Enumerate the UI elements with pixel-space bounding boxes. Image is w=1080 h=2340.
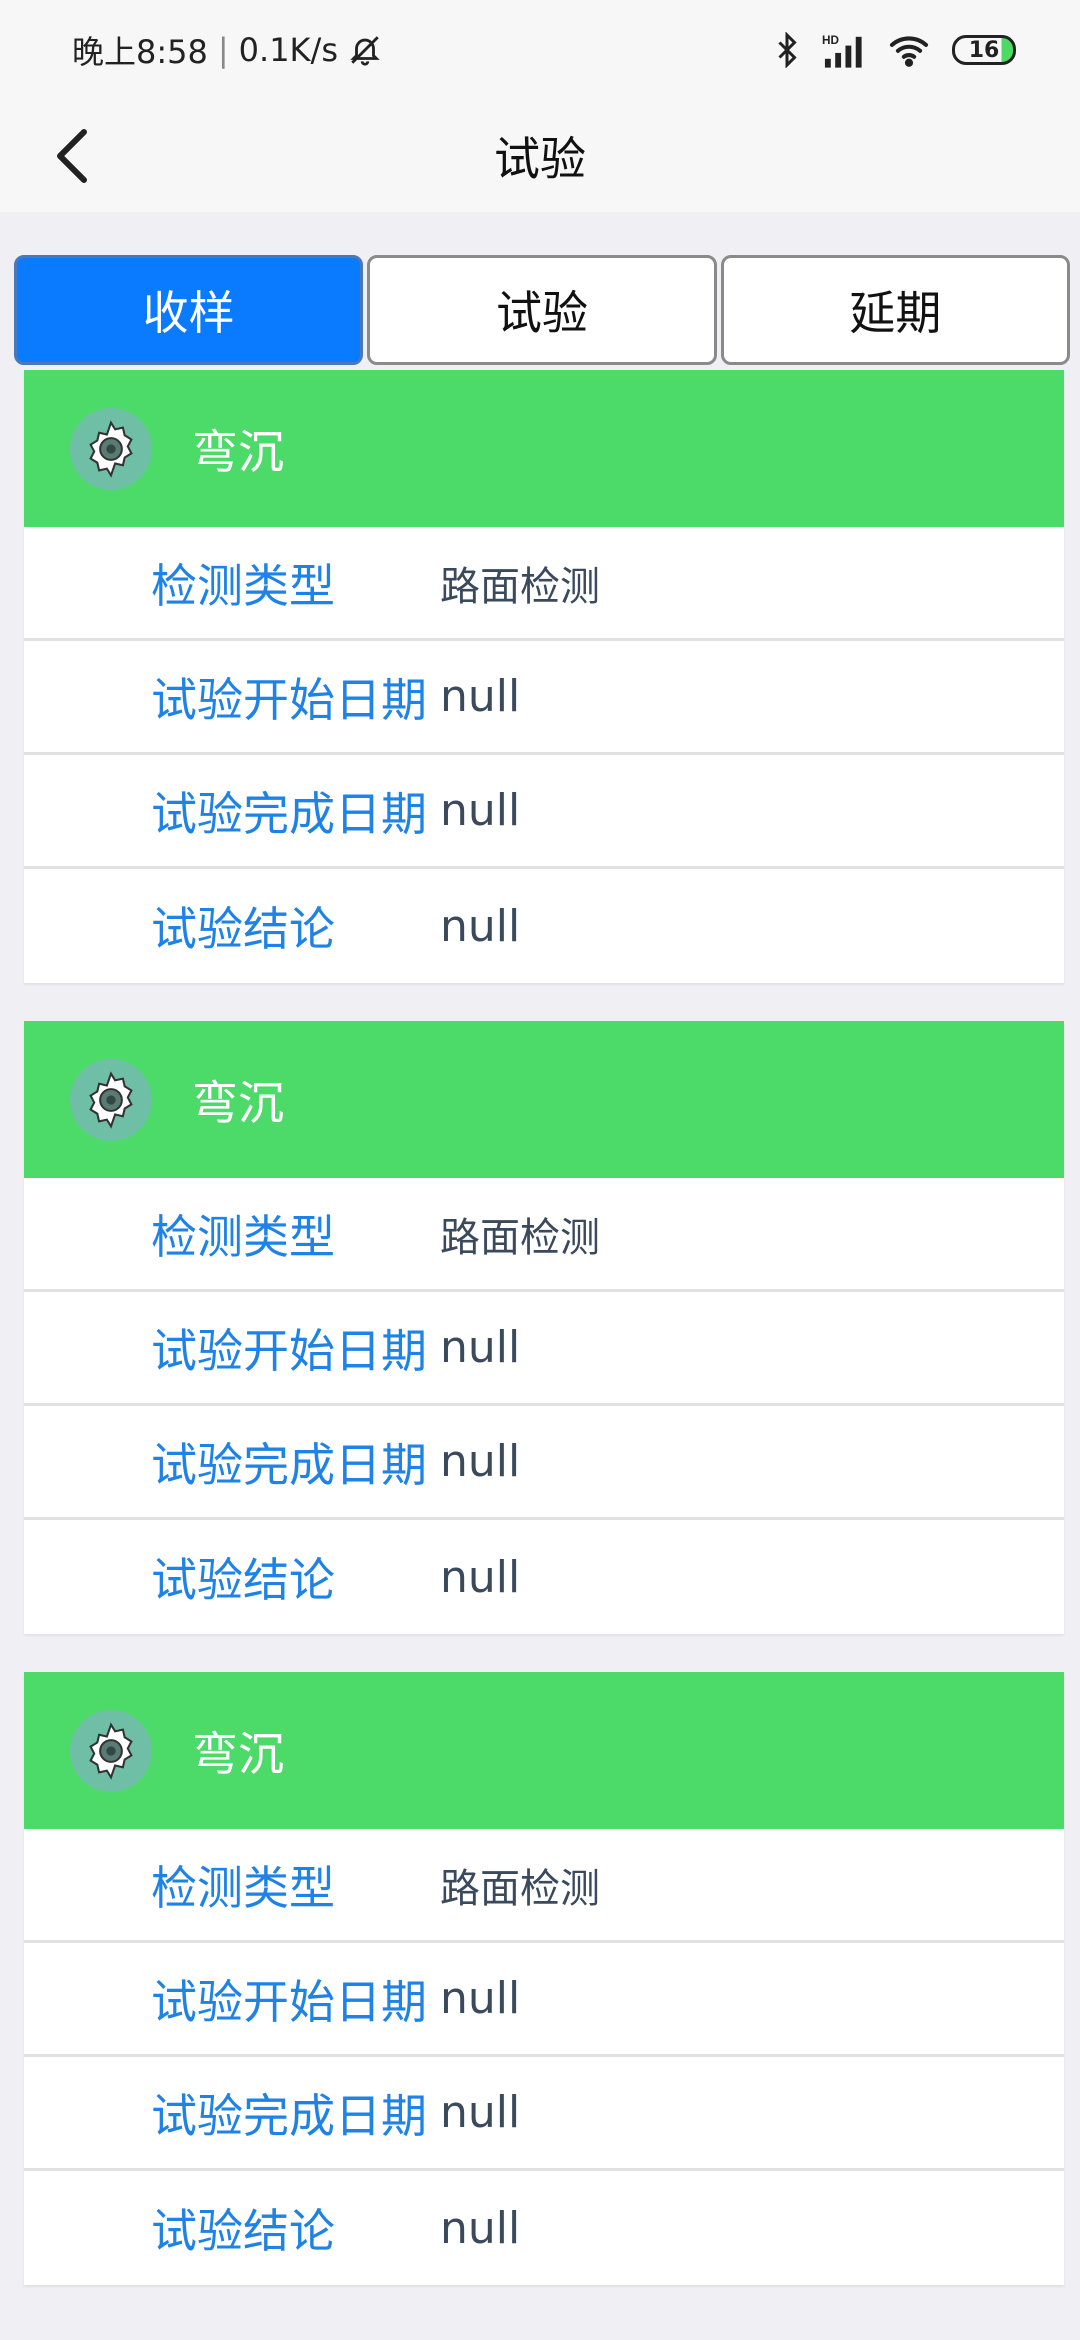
row-value: null (440, 785, 521, 836)
status-bar: 晚上8:58 | 0.1K/s HD 16 (0, 0, 1080, 100)
segmented-tabs: 收样 试验 延期 (14, 255, 1070, 365)
row-label: 试验结论 (151, 902, 335, 956)
detail-row: 试验结论 null (24, 2171, 1064, 2285)
status-time: 晚上8:58 (72, 33, 208, 71)
detail-row: 试验完成日期 null (24, 1406, 1064, 1520)
gear-icon (89, 1070, 133, 1129)
row-value: null (440, 1436, 521, 1487)
detail-row: 试验完成日期 null (24, 755, 1064, 869)
row-label: 检测类型 (151, 1209, 335, 1264)
row-label: 试验开始日期 (151, 1974, 427, 2029)
row-label: 试验完成日期 (151, 2088, 427, 2143)
tab-postpone[interactable]: 延期 (720, 255, 1070, 365)
detail-row: 试验结论 null (24, 1520, 1064, 1634)
test-record-card[interactable]: 弯沉检测类型 路面检测试验开始日期 null 试验完成日期 null 试验结论 null (24, 1672, 1064, 2285)
tab-receive-sample[interactable]: 收样 (14, 255, 364, 365)
tab-test[interactable]: 试验 (367, 255, 717, 365)
status-bar-right: HD 16 (774, 32, 1016, 68)
gear-icon-badge (70, 1058, 152, 1141)
row-label: 试验完成日期 (151, 786, 427, 841)
row-value: null (440, 900, 521, 952)
mute-bell-icon (348, 33, 382, 67)
nav-bar: 试验 (0, 100, 1080, 212)
chevron-left-icon (57, 129, 87, 183)
row-label: 试验开始日期 (151, 672, 427, 727)
status-bar-left: 晚上8:58 | 0.1K/s (72, 27, 382, 73)
test-record-card[interactable]: 弯沉检测类型 路面检测试验开始日期 null 试验完成日期 null 试验结论 null (24, 1021, 1064, 1634)
row-value: null (440, 1551, 521, 1603)
test-record-list: 弯沉 检测类型 路面检测 试验开始日期 null 试验完成日期 null 试验结论 null 弯沉… (24, 370, 1064, 2323)
svg-text:HD: HD (822, 34, 839, 47)
detail-row: 试验完成日期 null (24, 2057, 1064, 2171)
gear-icon-badge (70, 407, 152, 490)
gear-icon (89, 1721, 133, 1780)
row-value: null (440, 671, 521, 722)
row-label: 检测类型 (151, 558, 335, 613)
wifi-icon (888, 33, 930, 67)
bluetooth-icon (774, 32, 800, 68)
row-value: 路面检测 (440, 1865, 600, 1912)
test-record-card[interactable]: 弯沉检测类型 路面检测试验开始日期 null 试验完成日期 null 试验结论 null (24, 370, 1064, 983)
card-title: 弯沉 (192, 1075, 284, 1130)
row-label: 试验开始日期 (151, 1323, 427, 1378)
network-speed: 0.1K/s (238, 31, 338, 69)
detail-row: 试验开始日期 null (24, 1292, 1064, 1406)
card-header: 弯沉 (24, 1021, 1064, 1178)
card-title: 弯沉 (192, 1726, 284, 1781)
battery-icon: 16 (952, 35, 1016, 65)
card-header: 弯沉 (24, 370, 1064, 527)
row-value: null (440, 2202, 521, 2254)
row-value: null (440, 1973, 521, 2024)
detail-row: 试验开始日期 null (24, 1943, 1064, 2057)
detail-row: 检测类型 路面检测 (24, 527, 1064, 641)
row-value: 路面检测 (440, 563, 600, 610)
hd-signal-icon: HD (822, 32, 866, 68)
status-separator: | (217, 31, 229, 69)
row-value: null (440, 1322, 521, 1373)
detail-row: 检测类型 路面检测 (24, 1178, 1064, 1292)
detail-row: 试验开始日期 null (24, 641, 1064, 755)
row-label: 试验完成日期 (151, 1437, 427, 1492)
row-label: 试验结论 (151, 2204, 335, 2258)
battery-level: 16 (968, 37, 1000, 63)
back-button[interactable] (42, 126, 102, 186)
detail-row: 试验结论 null (24, 869, 1064, 983)
detail-row: 检测类型 路面检测 (24, 1829, 1064, 1943)
card-title: 弯沉 (192, 424, 284, 479)
row-value: null (440, 2087, 521, 2138)
card-header: 弯沉 (24, 1672, 1064, 1829)
row-label: 试验结论 (151, 1553, 335, 1607)
page-title: 试验 (494, 132, 586, 186)
row-value: 路面检测 (440, 1214, 600, 1261)
row-label: 检测类型 (151, 1860, 335, 1915)
gear-icon-badge (70, 1709, 152, 1792)
gear-icon (89, 419, 133, 478)
